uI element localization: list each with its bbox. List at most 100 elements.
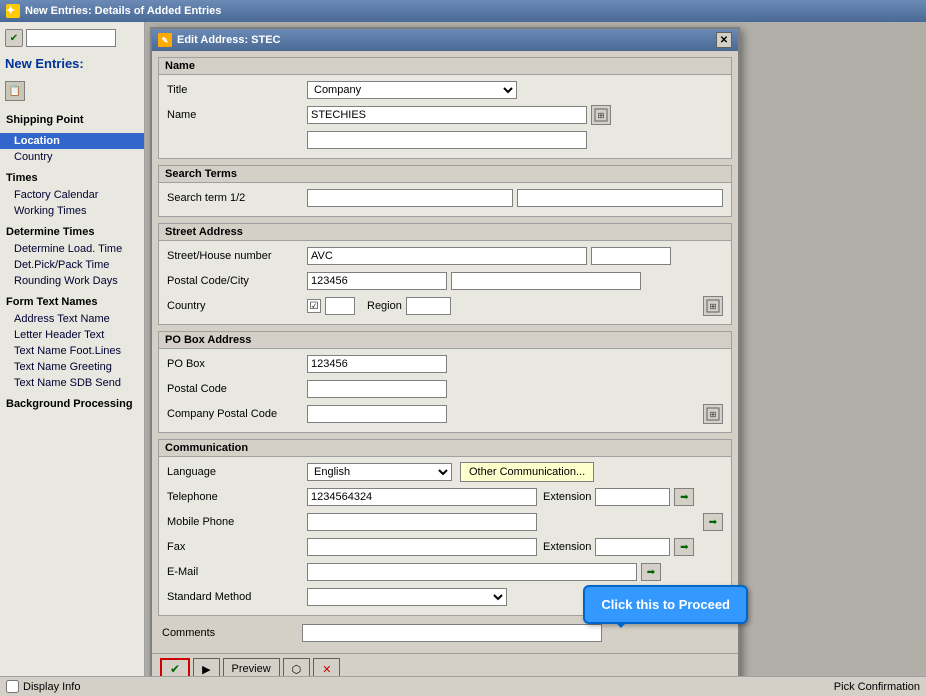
sidebar-check-icon[interactable]: ✔ xyxy=(5,29,23,47)
po-postal-label: Postal Code xyxy=(167,383,307,395)
title-row: Title Company xyxy=(167,79,723,101)
sidebar-search-input[interactable] xyxy=(26,29,116,47)
status-bar: Display Info Pick Confirmation xyxy=(0,676,926,696)
dialog-title-icon: ✎ xyxy=(158,33,172,47)
fax-ext-input[interactable] xyxy=(595,538,670,556)
sidebar-item-country[interactable]: Country xyxy=(0,149,144,165)
country-checkbox[interactable]: ☑ xyxy=(307,299,321,313)
dialog-title-text: Edit Address: STEC xyxy=(177,34,281,46)
company-postal-label: Company Postal Code xyxy=(167,408,307,420)
fax-ext-label: Extension xyxy=(543,541,591,553)
company-postal-row: Company Postal Code ⊞ xyxy=(167,403,723,425)
new-entries-label: New Entries: xyxy=(0,54,144,73)
sidebar-header-times[interactable]: Times xyxy=(0,169,144,187)
house-number-input[interactable] xyxy=(591,247,671,265)
street-input[interactable] xyxy=(307,247,587,265)
std-method-select[interactable] xyxy=(307,588,507,606)
name-input-2[interactable] xyxy=(307,131,587,149)
comments-label: Comments xyxy=(162,627,302,639)
dialog-overlay: ✎ Edit Address: STEC ✕ Name Title xyxy=(145,22,926,696)
main-title-bar: ✦ New Entries: Details of Added Entries xyxy=(0,0,926,22)
country-map-icon[interactable]: ⊞ xyxy=(703,296,723,316)
email-row: E-Mail ➡ xyxy=(167,561,723,583)
std-method-label: Standard Method xyxy=(167,591,307,603)
main-title-text: New Entries: Details of Added Entries xyxy=(25,5,221,17)
name-input-1[interactable] xyxy=(307,106,587,124)
sidebar-header-determine-times[interactable]: Determine Times xyxy=(0,223,144,241)
name-label: Name xyxy=(167,109,307,121)
po-box-input[interactable] xyxy=(307,355,447,373)
email-input[interactable] xyxy=(307,563,637,581)
name-section-body: Title Company Name ⊞ xyxy=(159,75,731,158)
sidebar-header-form-text[interactable]: Form Text Names xyxy=(0,293,144,311)
telephone-ext-label: Extension xyxy=(543,491,591,503)
sidebar-header-shipping[interactable]: Shipping Point xyxy=(0,111,144,129)
search-term-input-1[interactable] xyxy=(307,189,513,207)
sap-main-window: ✦ New Entries: Details of Added Entries … xyxy=(0,0,926,696)
name-map-icon[interactable]: ⊞ xyxy=(591,105,611,125)
country-row: Country ☑ Region ⊞ xyxy=(167,295,723,317)
mobile-label: Mobile Phone xyxy=(167,516,307,528)
street-label: Street/House number xyxy=(167,250,307,262)
svg-text:⊞: ⊞ xyxy=(598,111,605,120)
street-row: Street/House number xyxy=(167,245,723,267)
po-postal-input[interactable] xyxy=(307,380,447,398)
sidebar-item-sdb-send[interactable]: Text Name SDB Send xyxy=(0,375,144,391)
mobile-input[interactable] xyxy=(307,513,537,531)
postal-row: Postal Code/City xyxy=(167,270,723,292)
search-terms-header: Search Terms xyxy=(159,166,731,183)
sidebar-item-foot-lines[interactable]: Text Name Foot.Lines xyxy=(0,343,144,359)
display-info-check[interactable] xyxy=(6,680,19,693)
sidebar-icon-row: 📋 xyxy=(0,79,144,103)
display-info-checkbox[interactable]: Display Info xyxy=(6,680,80,693)
title-select[interactable]: Company xyxy=(307,81,517,99)
postal-label: Postal Code/City xyxy=(167,275,307,287)
sidebar-item-rounding-work[interactable]: Rounding Work Days xyxy=(0,273,144,289)
main-content: ✎ Edit Address: STEC ✕ Name Title xyxy=(145,22,926,696)
sidebar-item-factory-calendar[interactable]: Factory Calendar xyxy=(0,187,144,203)
postal-code-input[interactable] xyxy=(307,272,447,290)
sidebar-item-letter-header[interactable]: Letter Header Text xyxy=(0,327,144,343)
city-input[interactable] xyxy=(451,272,641,290)
telephone-ext-input[interactable] xyxy=(595,488,670,506)
po-box-header: PO Box Address xyxy=(159,332,731,349)
save-check-icon: ✔ xyxy=(170,662,180,676)
comments-input[interactable] xyxy=(302,624,602,642)
dialog-title-left: ✎ Edit Address: STEC xyxy=(158,33,281,47)
sidebar-item-determine-load[interactable]: Determine Load. Time xyxy=(0,241,144,257)
comments-row: Comments xyxy=(158,622,732,644)
sidebar-new-icon[interactable]: 📋 xyxy=(5,81,25,101)
name-row: Name ⊞ xyxy=(167,104,723,126)
fax-input[interactable] xyxy=(307,538,537,556)
sidebar-item-address-text[interactable]: Address Text Name xyxy=(0,311,144,327)
callout-tooltip: Click this to Proceed xyxy=(583,585,748,624)
region-label: Region xyxy=(367,300,402,312)
po-box-body: PO Box Postal Code Company Postal Code xyxy=(159,349,731,432)
dialog-close-button[interactable]: ✕ xyxy=(716,32,732,48)
callout-text: Click this to Proceed xyxy=(601,597,730,612)
communication-header: Communication xyxy=(159,440,731,457)
mobile-arrow-btn[interactable]: ➡ xyxy=(703,513,723,531)
pick-confirmation-label: Pick Confirmation xyxy=(834,681,920,693)
fax-arrow-btn[interactable]: ➡ xyxy=(674,538,694,556)
telephone-arrow-btn[interactable]: ➡ xyxy=(674,488,694,506)
po-postal-row: Postal Code xyxy=(167,378,723,400)
sidebar-header-background[interactable]: Background Processing xyxy=(0,395,144,413)
dialog-title-bar: ✎ Edit Address: STEC ✕ xyxy=(152,29,738,51)
street-address-header: Street Address xyxy=(159,224,731,241)
po-box-map-icon[interactable]: ⊞ xyxy=(703,404,723,424)
language-select[interactable]: English xyxy=(307,463,452,481)
country-input[interactable] xyxy=(325,297,355,315)
other-communication-button[interactable]: Other Communication... xyxy=(460,462,594,482)
sidebar-item-det-pick-pack[interactable]: Det.Pick/Pack Time xyxy=(0,257,144,273)
telephone-row: Telephone Extension ➡ xyxy=(167,486,723,508)
sidebar-header-location[interactable]: Location xyxy=(0,133,144,149)
region-input[interactable] xyxy=(406,297,451,315)
sidebar-item-working-times[interactable]: Working Times xyxy=(0,203,144,219)
telephone-input[interactable] xyxy=(307,488,537,506)
sidebar-section-shipping: Shipping Point xyxy=(0,109,144,131)
sidebar-item-greeting[interactable]: Text Name Greeting xyxy=(0,359,144,375)
email-arrow-btn[interactable]: ➡ xyxy=(641,563,661,581)
search-term-input-2[interactable] xyxy=(517,189,723,207)
company-postal-input[interactable] xyxy=(307,405,447,423)
